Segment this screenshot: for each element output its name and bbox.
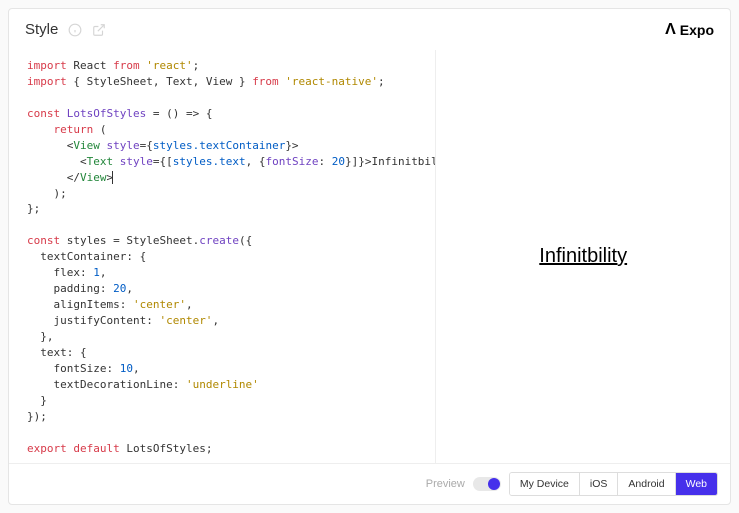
tok: }]}> <box>345 155 372 168</box>
tok: default <box>67 442 120 455</box>
tok: }, <box>27 330 54 343</box>
tok: 20 <box>332 155 345 168</box>
preview-toggle[interactable] <box>473 477 501 491</box>
device-btn-ios[interactable]: iOS <box>580 473 619 495</box>
tok: textContainer: { <box>27 250 146 263</box>
preview-output-text: Infinitbility <box>539 245 627 268</box>
tok: : <box>318 155 331 168</box>
tok: 'center' <box>159 314 212 327</box>
tok: styles.text <box>173 155 246 168</box>
info-icon[interactable] <box>68 23 82 37</box>
tok: , <box>212 314 219 327</box>
tok: < <box>27 139 73 152</box>
tok: ; <box>378 75 385 88</box>
tok: = () => { <box>153 107 213 120</box>
preview-panel: Infinitbility <box>435 50 730 463</box>
tok: import <box>27 75 67 88</box>
device-selector: My Device iOS Android Web <box>509 472 718 496</box>
tok: 'center' <box>133 298 186 311</box>
tok: style <box>113 155 153 168</box>
tok: }); <box>27 410 47 423</box>
tok: styles.textContainer <box>153 139 285 152</box>
tok: ={ <box>140 139 153 152</box>
tok: React <box>67 59 113 72</box>
code-editor[interactable]: import React from 'react'; import { Styl… <box>9 50 435 463</box>
tok: alignItems: <box>27 298 133 311</box>
tok: create <box>199 234 239 247</box>
tok: from <box>113 59 140 72</box>
tok: styles = StyleSheet. <box>60 234 199 247</box>
tok: flex: <box>27 266 93 279</box>
tok: ({ <box>239 234 252 247</box>
tok: Infinitbility <box>371 155 435 168</box>
main-area: import React from 'react'; import { Styl… <box>9 50 730 463</box>
device-btn-android[interactable]: Android <box>618 473 675 495</box>
tok: return <box>27 123 93 136</box>
toggle-knob <box>488 478 500 490</box>
tok: < <box>27 155 87 168</box>
tok: , <box>186 298 193 311</box>
tok: }> <box>285 139 298 152</box>
device-btn-mydevice[interactable]: My Device <box>510 473 580 495</box>
tok: text: { <box>27 346 87 359</box>
tok: , <box>100 266 107 279</box>
preview-label: Preview <box>426 478 465 490</box>
tok: ={[ <box>153 155 173 168</box>
tok: fontSize <box>265 155 318 168</box>
tok: View <box>80 171 107 184</box>
header-bar: Style Λ Expo <box>9 9 730 50</box>
tok: 20 <box>113 282 126 295</box>
tok: const <box>27 234 60 247</box>
tok: 10 <box>120 362 133 375</box>
tok: 'underline' <box>186 378 259 391</box>
expo-logo[interactable]: Λ Expo <box>665 22 714 38</box>
device-btn-web[interactable]: Web <box>676 473 717 495</box>
tok: fontSize: <box>27 362 120 375</box>
tok: justifyContent: <box>27 314 159 327</box>
tok: import <box>27 59 67 72</box>
expo-logo-text: Expo <box>680 22 714 38</box>
tok: }; <box>27 202 40 215</box>
tok: LotsOfStyles <box>60 107 153 120</box>
tok: style <box>100 139 140 152</box>
tok: , <box>133 362 140 375</box>
tok: export <box>27 442 67 455</box>
tok: } <box>27 394 47 407</box>
tok: , { <box>246 155 266 168</box>
tok: Text <box>87 155 114 168</box>
tok: textDecorationLine: <box>27 378 186 391</box>
external-link-icon[interactable] <box>92 23 106 37</box>
tok: { StyleSheet, Text, View } <box>67 75 252 88</box>
tok: 'react-native' <box>279 75 378 88</box>
tok: 'react' <box>140 59 193 72</box>
header-left: Style <box>25 21 106 38</box>
tok: ; <box>193 59 200 72</box>
tok: from <box>252 75 279 88</box>
tok: </ <box>27 171 80 184</box>
tok: padding: <box>27 282 113 295</box>
tok: 1 <box>93 266 100 279</box>
tok: ( <box>93 123 106 136</box>
footer-bar: Preview My Device iOS Android Web <box>9 463 730 504</box>
text-cursor <box>112 171 113 184</box>
tok: LotsOfStyles; <box>120 442 213 455</box>
file-title: Style <box>25 21 58 38</box>
expo-chevron-icon: Λ <box>665 22 676 38</box>
tok: const <box>27 107 60 120</box>
snack-window: Style Λ Expo import React from 'react'; … <box>8 8 731 505</box>
tok: , <box>126 282 133 295</box>
tok: View <box>73 139 100 152</box>
tok: ); <box>27 187 67 200</box>
